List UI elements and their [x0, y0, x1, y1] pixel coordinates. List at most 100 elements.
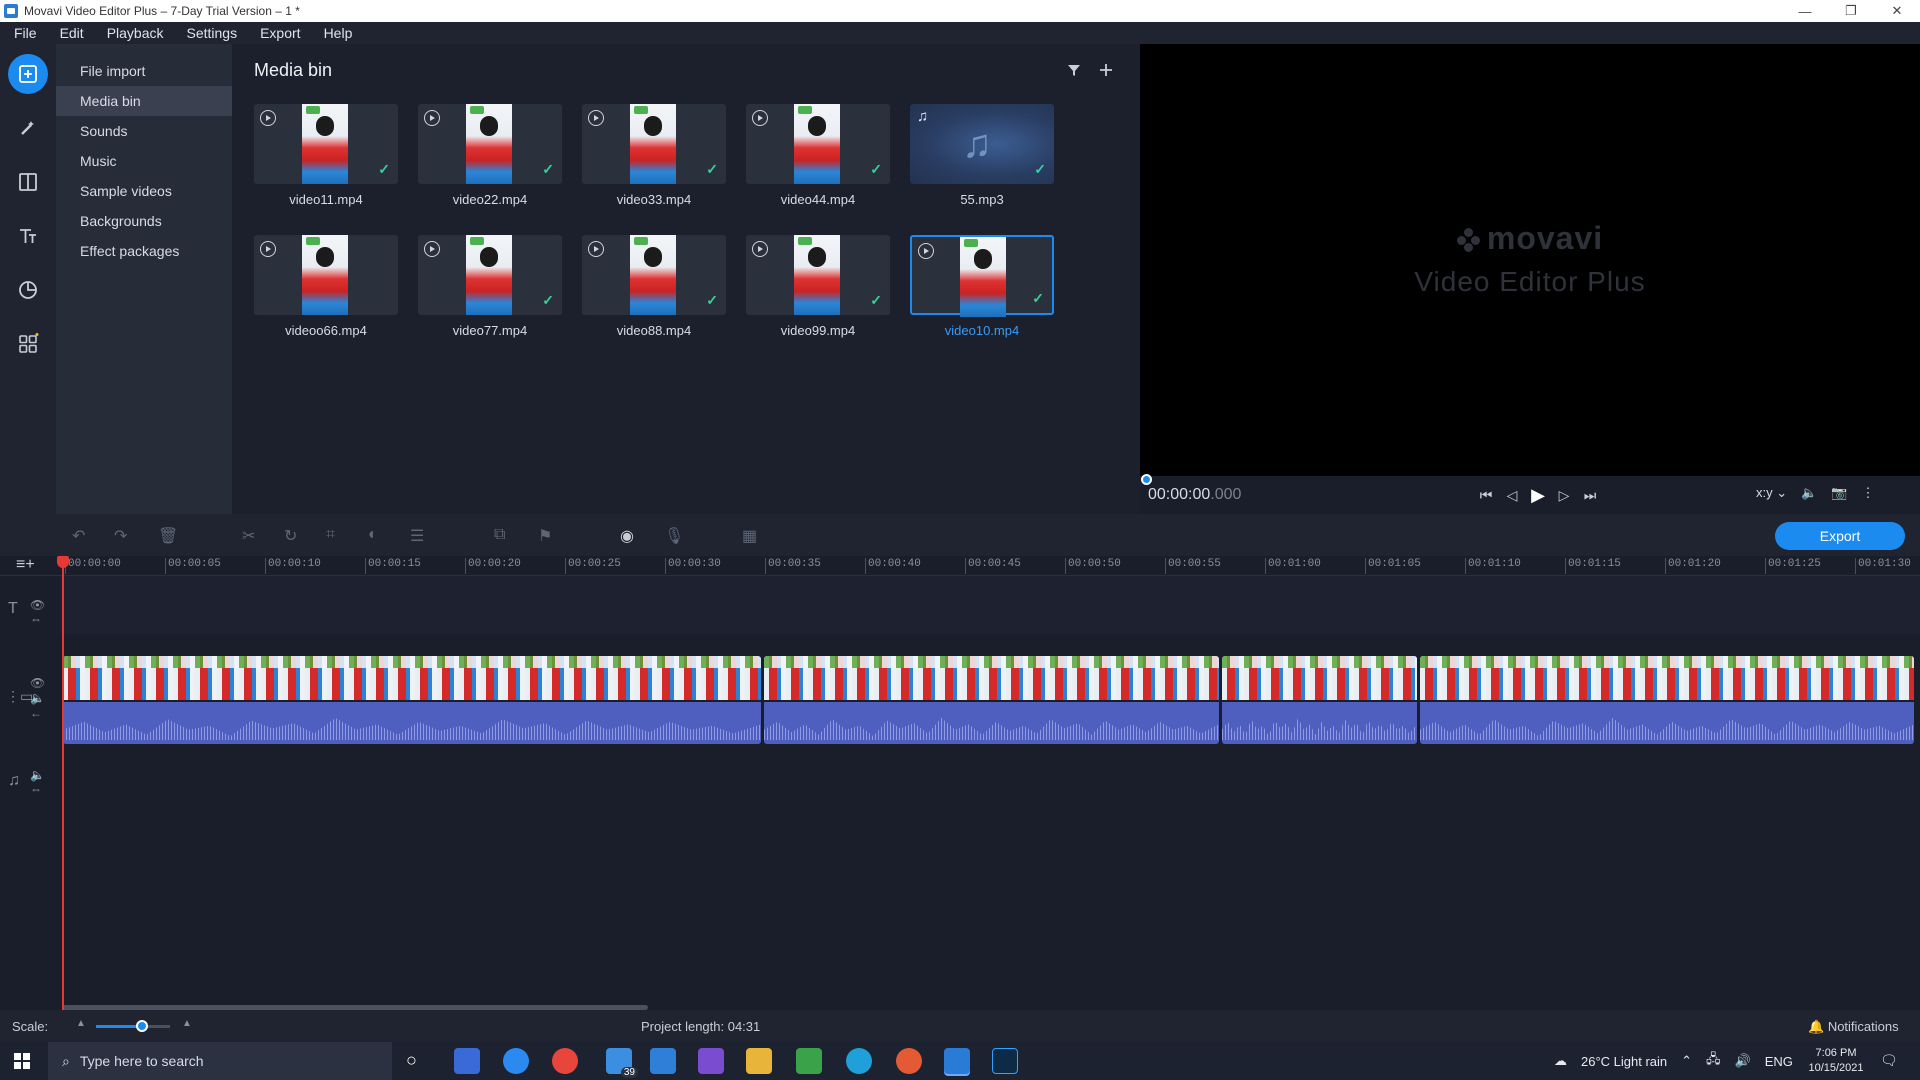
timeline-playhead[interactable] [57, 556, 69, 1010]
timeline-tracks[interactable]: T 👁 ⇔ ⋮▭ 👁 🔈 ← ♫ 🔈 ⇔ [0, 576, 1920, 1010]
menu-edit[interactable]: Edit [46, 25, 93, 41]
import-icon[interactable] [8, 54, 48, 94]
play-icon[interactable] [424, 110, 440, 126]
step-back-icon[interactable]: ◁ [1504, 487, 1520, 504]
chrome-profile-icon[interactable] [896, 1048, 922, 1074]
category-media-bin[interactable]: Media bin [56, 86, 232, 116]
marker-icon[interactable]: ⚑ [538, 526, 552, 546]
play-icon[interactable] [260, 110, 276, 126]
start-icon[interactable] [14, 1053, 30, 1069]
text-track[interactable] [60, 576, 1920, 634]
microphone-icon[interactable]: 🎙 [664, 526, 684, 546]
play-button[interactable]: ▶ [1530, 485, 1546, 506]
mute-icon[interactable]: 🔈 [30, 691, 45, 705]
speaker-icon[interactable]: 🔊 [1735, 1053, 1751, 1069]
cut-icon[interactable]: ✂ [242, 526, 255, 546]
snapshot-icon[interactable]: 📷 [1831, 485, 1847, 501]
media-tile-video88[interactable]: ✓ [582, 235, 726, 315]
play-icon[interactable] [588, 241, 604, 257]
tool-icon[interactable] [796, 1048, 822, 1074]
add-icon[interactable] [1098, 62, 1114, 78]
calendar-icon[interactable]: 39 [606, 1048, 638, 1078]
preview-player[interactable]: movavi Video Editor Plus 00:00:00.000 ⏮ … [1140, 44, 1920, 514]
video-clip-1[interactable] [63, 656, 761, 744]
video-clip-4[interactable] [1420, 656, 1914, 744]
category-effect-packages[interactable]: Effect packages [56, 236, 232, 266]
taskbar-search[interactable]: ⌕ Type here to search [48, 1042, 392, 1080]
detach-audio-icon[interactable]: ← [30, 706, 42, 720]
media-tile-video11[interactable]: ✓ [254, 104, 398, 184]
movavi-taskbar-icon[interactable] [944, 1048, 970, 1074]
scale-slider[interactable] [96, 1020, 170, 1032]
menu-help[interactable]: Help [310, 25, 362, 41]
cortana-icon[interactable]: ○ [406, 1050, 417, 1071]
taskbar-clock[interactable]: 7:06 PM 10/15/2021 [1806, 1046, 1866, 1076]
aspect-ratio-select[interactable]: x:y ⌄ [1756, 485, 1787, 501]
more-options-icon[interactable]: ⋮ [1862, 485, 1875, 501]
photoshop-icon[interactable] [992, 1048, 1018, 1074]
category-backgrounds[interactable]: Backgrounds [56, 206, 232, 236]
webcam-record-icon[interactable]: ◉ [620, 526, 634, 546]
more-tools-icon[interactable] [8, 324, 48, 364]
tray-expand-icon[interactable]: ⌃ [1681, 1053, 1692, 1069]
category-file-import[interactable]: File import [56, 56, 232, 86]
restore-button[interactable]: ❐ [1828, 0, 1874, 22]
storyboard-icon[interactable]: ▦ [742, 526, 757, 546]
titles-icon[interactable] [8, 216, 48, 256]
visual-studio-icon[interactable] [698, 1048, 724, 1074]
notifications-button[interactable]: 🔔 Notifications [1808, 1019, 1899, 1035]
play-icon[interactable] [588, 110, 604, 126]
network-icon[interactable]: 🖧 [1706, 1050, 1721, 1072]
step-forward-icon[interactable]: ▷ [1556, 487, 1572, 504]
magic-wand-icon[interactable] [8, 108, 48, 148]
media-tile-videoo66[interactable] [254, 235, 398, 315]
media-tile-video44[interactable]: ✓ [746, 104, 890, 184]
media-tile-video99[interactable]: ✓ [746, 235, 890, 315]
rotate-icon[interactable]: ↻ [284, 526, 297, 546]
mute-icon[interactable]: 🔈 [30, 768, 45, 782]
zalo-icon[interactable] [503, 1048, 529, 1074]
play-icon[interactable] [752, 241, 768, 257]
link-icon[interactable]: ⇔ [30, 782, 42, 796]
timeline-ruler[interactable]: 00:00:00 00:00:05 00:00:10 00:00:15 00:0… [0, 556, 1920, 576]
file-explorer-icon[interactable] [746, 1048, 772, 1074]
play-icon[interactable] [424, 241, 440, 257]
media-tile-video10[interactable]: ✓ [910, 235, 1054, 317]
action-center-icon[interactable]: 🗨 [1880, 1052, 1898, 1069]
undo-icon[interactable]: ↶ [72, 526, 85, 546]
minimize-button[interactable]: — [1782, 0, 1828, 22]
menu-export[interactable]: Export [246, 25, 309, 41]
scale-slider-knob[interactable] [136, 1020, 148, 1032]
zoom-out-icon[interactable]: ▲ [76, 1018, 86, 1029]
weather-text[interactable]: 26°C Light rain [1581, 1054, 1667, 1069]
preview-scrubber-handle[interactable] [1141, 474, 1152, 485]
menu-playback[interactable]: Playback [93, 25, 173, 41]
media-tile-55mp3[interactable]: ♫ ♫ ✓ [910, 104, 1054, 184]
skip-to-end-icon[interactable]: ⏭ [1582, 487, 1598, 504]
video-clip-3[interactable] [1222, 656, 1417, 744]
category-sounds[interactable]: Sounds [56, 116, 232, 146]
skip-to-start-icon[interactable]: ⏮ [1478, 487, 1494, 504]
media-tile-video77[interactable]: ✓ [418, 235, 562, 315]
mail-icon[interactable] [650, 1048, 676, 1074]
chrome-icon[interactable] [552, 1048, 578, 1074]
close-button[interactable]: ✕ [1874, 0, 1920, 22]
edge-icon[interactable] [846, 1048, 872, 1074]
filter-icon[interactable] [1066, 62, 1082, 78]
play-icon[interactable] [752, 110, 768, 126]
transitions-icon[interactable] [8, 162, 48, 202]
delete-icon[interactable]: 🗑 [158, 526, 178, 546]
visibility-eye-icon[interactable]: 👁 [30, 598, 45, 612]
add-track-icon[interactable]: ≡+ [16, 556, 35, 574]
video-clip-2[interactable] [764, 656, 1219, 744]
export-button[interactable]: Export [1775, 522, 1905, 550]
category-music[interactable]: Music [56, 146, 232, 176]
crop-icon[interactable]: ⌗ [326, 526, 335, 544]
zoom-in-icon[interactable]: ▲ [182, 1018, 192, 1029]
language-indicator[interactable]: ENG [1765, 1054, 1793, 1069]
color-adjust-icon[interactable]: ◐ [368, 526, 378, 544]
category-sample-videos[interactable]: Sample videos [56, 176, 232, 206]
visibility-eye-icon[interactable]: 👁 [30, 676, 45, 690]
menu-file[interactable]: File [0, 25, 46, 41]
weather-icon[interactable]: ☁ [1554, 1053, 1567, 1069]
